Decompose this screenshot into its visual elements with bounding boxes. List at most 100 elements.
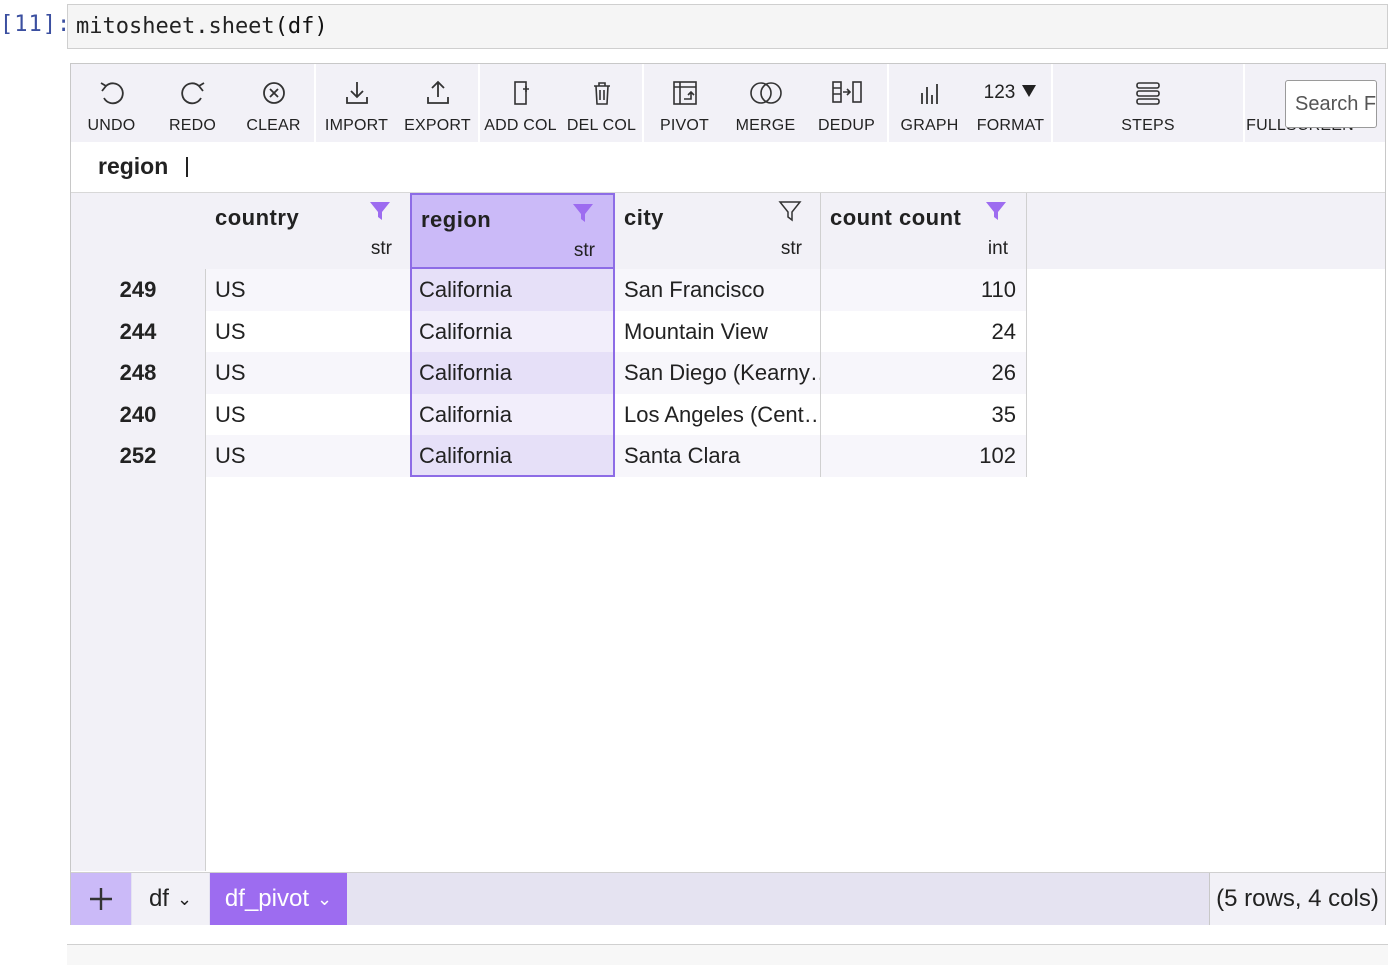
delete-column-label: DEL COL (566, 117, 637, 134)
sheet-tab-label: df (148, 885, 169, 912)
format-icon: 123 (976, 77, 1046, 109)
column-header-region[interactable]: region str (410, 193, 615, 269)
cell-count[interactable]: 26 (821, 352, 1027, 394)
selected-column-name: region (98, 153, 169, 179)
toolbar-group-steps: STEPS (1053, 64, 1245, 142)
filter-icon[interactable] (778, 199, 802, 223)
filter-active-icon[interactable] (984, 199, 1008, 223)
merge-button[interactable]: MERGE (725, 64, 806, 142)
filter-active-icon[interactable] (368, 199, 392, 223)
add-column-label: ADD COL (484, 117, 557, 134)
cell-count[interactable]: 35 (821, 394, 1027, 436)
cell-country[interactable]: US (206, 311, 411, 353)
row-index[interactable]: 240 (71, 394, 205, 435)
code-cell[interactable]: mitosheet.sheet(df) (67, 4, 1388, 49)
cell-country[interactable]: US (206, 269, 411, 311)
cell-city[interactable]: Mountain View (615, 311, 821, 353)
import-icon (339, 77, 375, 109)
toolbar-group-view: GRAPH 123 FORMAT (889, 64, 1053, 142)
graph-button[interactable]: GRAPH (889, 64, 970, 142)
cell-city[interactable]: Los Angeles (Cent… (615, 394, 821, 436)
cell-count[interactable]: 110 (821, 269, 1027, 311)
column-name: count count (830, 205, 962, 230)
sheet-dimensions: (5 rows, 4 cols) (1209, 873, 1385, 925)
cell-city[interactable]: Santa Clara (615, 435, 821, 477)
toolbar-group-transform: PIVOT MERGE DEDUP (644, 64, 889, 142)
add-column-button[interactable]: ADD COL (480, 64, 561, 142)
dedup-icon (829, 77, 865, 109)
import-button[interactable]: IMPORT (316, 64, 397, 142)
row-index[interactable]: 244 (71, 311, 205, 352)
cell-country[interactable]: US (206, 435, 411, 477)
cell-region[interactable]: California (410, 394, 615, 436)
format-button[interactable]: 123 FORMAT (970, 64, 1051, 142)
cell-city[interactable]: San Diego (Kearny… (615, 352, 821, 394)
column-dtype: str (780, 238, 802, 259)
toolbar-group-io: IMPORT EXPORT (316, 64, 480, 142)
sheet-tab-label: df_pivot (224, 885, 309, 912)
pivot-label: PIVOT (659, 117, 709, 134)
undo-label: UNDO (87, 117, 136, 134)
column-name: region (421, 207, 492, 232)
export-button[interactable]: EXPORT (397, 64, 478, 142)
undo-button[interactable]: UNDO (71, 64, 152, 142)
next-code-cell[interactable] (67, 944, 1388, 965)
chevron-down-icon[interactable]: ⌄ (177, 889, 192, 910)
pivot-button[interactable]: PIVOT (644, 64, 725, 142)
steps-label: STEPS (1121, 117, 1175, 134)
cell-region[interactable]: California (410, 435, 615, 477)
graph-label: GRAPH (900, 117, 959, 134)
export-label: EXPORT (404, 117, 471, 134)
clear-label: CLEAR (246, 117, 301, 134)
cell-count[interactable]: 102 (821, 435, 1027, 477)
code-args: (df) (274, 14, 328, 39)
cell-region[interactable]: California (410, 269, 615, 311)
toolbar: UNDO REDO CLEAR IMPORT EXPORT ADD COL DE… (71, 64, 1385, 142)
steps-button[interactable]: STEPS (1093, 64, 1203, 142)
row-index[interactable]: 249 (71, 269, 205, 310)
format-label: FORMAT (976, 117, 1045, 134)
mitosheet: UNDO REDO CLEAR IMPORT EXPORT ADD COL DE… (70, 63, 1386, 925)
column-header-country[interactable]: country str (206, 193, 411, 269)
add-sheet-button[interactable] (71, 873, 131, 925)
dedup-label: DEDUP (817, 117, 875, 134)
column-header-count-count[interactable]: count count int (821, 193, 1027, 269)
cell-country[interactable]: US (206, 394, 411, 436)
clear-icon (256, 77, 292, 109)
cell-region[interactable]: California (410, 352, 615, 394)
row-index[interactable]: 248 (71, 352, 205, 393)
plus-icon (90, 888, 112, 910)
format-number-text: 123 (983, 82, 1016, 103)
delete-column-icon (584, 77, 620, 109)
filter-active-icon[interactable] (571, 201, 595, 225)
cell-city[interactable]: San Francisco (615, 269, 821, 311)
search-input[interactable]: Search F (1285, 80, 1377, 128)
toolbar-group-columns: ADD COL DEL COL (480, 64, 644, 142)
merge-label: MERGE (735, 117, 796, 134)
sheet-tab-df-pivot[interactable]: df_pivot ⌄ (210, 873, 347, 925)
chevron-down-icon[interactable]: ⌄ (317, 889, 332, 910)
sheet-tab-bar: df ⌄ df_pivot ⌄ (5 rows, 4 cols) (71, 872, 1385, 925)
clear-button[interactable]: CLEAR (233, 64, 314, 142)
column-dtype: str (370, 238, 392, 259)
column-header-city[interactable]: city str (615, 193, 821, 269)
redo-icon (175, 77, 211, 109)
column-dtype: int (987, 238, 1008, 259)
cell-country[interactable]: US (206, 352, 411, 394)
cell-region[interactable]: California (410, 311, 615, 353)
dedup-button[interactable]: DEDUP (806, 64, 887, 142)
text-cursor (186, 157, 188, 177)
steps-icon (1130, 77, 1166, 109)
merge-icon (748, 77, 784, 109)
sheet-tab-df[interactable]: df ⌄ (132, 873, 209, 925)
toolbar-group-edit: UNDO REDO CLEAR (71, 64, 316, 142)
add-column-icon (503, 77, 539, 109)
data-grid: country str region str city str count co… (71, 193, 1385, 871)
delete-column-button[interactable]: DEL COL (561, 64, 642, 142)
formula-bar[interactable]: region (71, 142, 1385, 193)
redo-button[interactable]: REDO (152, 64, 233, 142)
cell-count[interactable]: 24 (821, 311, 1027, 353)
caret-down-icon (1022, 85, 1037, 97)
row-index[interactable]: 252 (71, 435, 205, 476)
pivot-icon (667, 77, 703, 109)
